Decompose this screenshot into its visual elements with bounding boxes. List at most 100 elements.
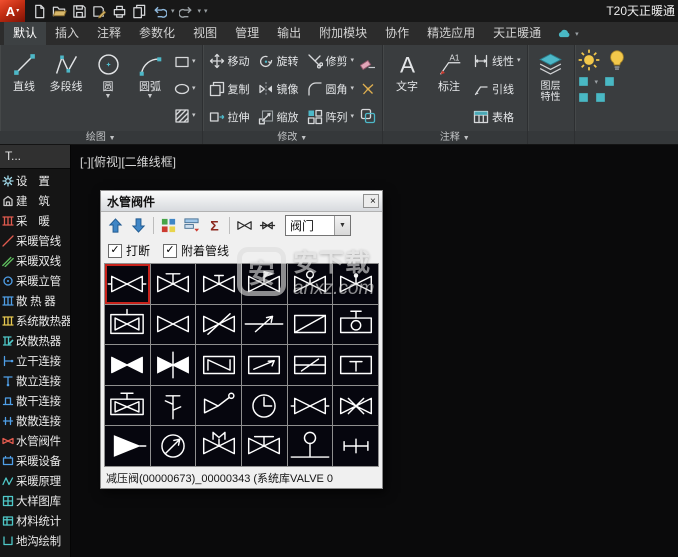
layer-tool-icon[interactable] — [577, 75, 590, 88]
annotate-tool-1[interactable]: A1标注 — [428, 47, 470, 131]
layer-properties-button[interactable]: 图层特性 — [531, 47, 571, 131]
open-folder-button[interactable] — [50, 2, 69, 20]
draw-tool-3[interactable]: 圆弧▼ — [129, 47, 171, 131]
valve-cell-gate-valve-plain[interactable] — [151, 305, 196, 345]
modify-tool-2[interactable]: 修剪▾ — [304, 52, 358, 71]
ellipse-tool-button[interactable]: ▾ — [172, 80, 198, 98]
palette-item-15[interactable]: 采暖原理 — [0, 471, 70, 491]
valve-cell-mix-valve[interactable] — [333, 386, 378, 426]
palette-item-1[interactable]: 建 筑 — [0, 191, 70, 211]
modify-panel-footer[interactable]: 修改 ▼ — [203, 131, 383, 144]
combo-arrow-icon[interactable]: ▼ — [334, 216, 350, 235]
valve-cell-solid-stem-valve[interactable] — [151, 345, 196, 385]
palette-item-6[interactable]: 散 热 器 — [0, 291, 70, 311]
checkbox-box[interactable]: ✓ — [163, 244, 177, 258]
modify-tool-8[interactable]: 阵列▾ — [304, 108, 358, 127]
sum-button[interactable]: Σ — [204, 215, 225, 236]
qat-more-caret[interactable]: ▾ — [203, 7, 209, 15]
valve-cell-safety-valve[interactable] — [151, 386, 196, 426]
modify-tool-6[interactable]: 拉伸 — [206, 108, 253, 127]
annotate-row-tool-2[interactable]: 表格 — [470, 108, 524, 127]
annotate-panel-footer[interactable]: 注释 ▼ — [383, 131, 527, 144]
viewport-label[interactable]: [-][俯视][二维线框] — [80, 153, 176, 170]
layer-tool-icon[interactable] — [577, 91, 590, 104]
ribbon-tab-10[interactable]: 天正暖通 — [484, 22, 550, 45]
app-menu-button[interactable]: A ▾ — [0, 0, 25, 22]
layer-tool-icon[interactable] — [603, 75, 616, 88]
valve-cell-pump[interactable] — [151, 426, 196, 466]
ribbon-tab-2[interactable]: 注释 — [88, 22, 130, 45]
close-icon[interactable]: × — [363, 194, 379, 208]
valve-join-button[interactable] — [257, 215, 278, 236]
connect-cloud-button[interactable]: ▾ — [550, 22, 586, 45]
palette-item-2[interactable]: 采 暖 — [0, 211, 70, 231]
explode-tool-button[interactable] — [358, 80, 378, 98]
draw-tool-1[interactable]: 多段线 — [45, 47, 87, 131]
valve-cell-motor-valve[interactable] — [196, 426, 241, 466]
valve-cell-globe-valve[interactable] — [151, 264, 196, 304]
palette-item-12[interactable]: 散散连接 — [0, 411, 70, 431]
valve-cell-slide-valve[interactable] — [288, 305, 333, 345]
valve-cell-reducer[interactable] — [105, 426, 150, 466]
valve-cell-cross-fitting[interactable] — [333, 426, 378, 466]
valve-cell-three-way-valve[interactable] — [196, 305, 241, 345]
sheet-set-button[interactable] — [130, 2, 149, 20]
valve-break-button[interactable] — [234, 215, 255, 236]
valve-cell-relief-valve[interactable] — [242, 426, 287, 466]
palette-header[interactable]: T... — [0, 145, 70, 169]
valve-cell-tee-valve[interactable] — [333, 345, 378, 385]
lightbulb-icon[interactable] — [605, 48, 629, 72]
valve-cell-angle-valve[interactable] — [196, 386, 241, 426]
modify-tool-4[interactable]: 镜像 — [255, 80, 302, 99]
draw-panel-footer[interactable]: 绘图 ▼ — [0, 131, 202, 144]
modify-tool-5[interactable]: 圆角▾ — [304, 80, 358, 99]
annotate-row-tool-1[interactable]: 引线 — [470, 80, 524, 99]
erase-tool-button[interactable] — [358, 53, 378, 71]
ribbon-tab-9[interactable]: 精选应用 — [418, 22, 484, 45]
valve-cell-timer-valve[interactable] — [242, 386, 287, 426]
ribbon-tab-8[interactable]: 协作 — [376, 22, 418, 45]
palette-item-10[interactable]: 散立连接 — [0, 371, 70, 391]
redo-button[interactable] — [177, 2, 196, 20]
valve-cell-flow-valve[interactable] — [242, 345, 287, 385]
down-arrow-button[interactable] — [128, 215, 149, 236]
modify-tool-3[interactable]: 复制 — [206, 80, 253, 99]
offset-tool-button[interactable] — [358, 107, 378, 125]
palette-item-13[interactable]: 水管阀件 — [0, 431, 70, 451]
modify-tool-0[interactable]: 移动 — [206, 52, 253, 71]
dialog-checkbox-0[interactable]: ✓打断 — [108, 242, 150, 259]
valve-cell-check-valve[interactable] — [242, 305, 287, 345]
draw-tool-2[interactable]: 圆▼ — [87, 47, 129, 131]
valve-cell-stop-valve[interactable] — [196, 264, 241, 304]
palette-item-0[interactable]: 设 置 — [0, 171, 70, 191]
undo-dropdown-caret[interactable]: ▾ — [170, 7, 176, 15]
valve-cell-gate-valve[interactable] — [105, 264, 150, 304]
valve-cell-float-valve[interactable] — [333, 305, 378, 345]
up-arrow-button[interactable] — [105, 215, 126, 236]
dialog-titlebar[interactable]: 水管阀件 × — [101, 191, 382, 212]
plot-button[interactable] — [110, 2, 129, 20]
valve-category-select[interactable]: 阀门▼ — [285, 215, 351, 236]
palette-item-18[interactable]: 地沟绘制 — [0, 531, 70, 551]
valve-cell-gate-valve-b[interactable] — [288, 386, 333, 426]
hatch-tool-button[interactable]: ▾ — [172, 107, 198, 125]
palette-item-17[interactable]: 材料统计 — [0, 511, 70, 531]
annotate-tool-0[interactable]: A文字 — [386, 47, 428, 131]
layer-tool-icon[interactable] — [594, 91, 607, 104]
ribbon-tab-4[interactable]: 视图 — [184, 22, 226, 45]
sun-icon[interactable] — [577, 48, 601, 72]
new-file-button[interactable] — [30, 2, 49, 20]
palette-item-11[interactable]: 散干连接 — [0, 391, 70, 411]
palette-item-14[interactable]: 采暖设备 — [0, 451, 70, 471]
valve-cell-boxed-gate-valve[interactable] — [105, 386, 150, 426]
valve-cell-swing-check-valve[interactable] — [196, 345, 241, 385]
save-as-button[interactable] — [90, 2, 109, 20]
valve-cell-boxed-globe-valve[interactable] — [105, 305, 150, 345]
layout-sort-button[interactable] — [181, 215, 202, 236]
palette-item-5[interactable]: 采暖立管 — [0, 271, 70, 291]
annotate-row-tool-0[interactable]: 线性▾ — [470, 52, 524, 71]
valve-cell-butterfly-valve[interactable] — [105, 345, 150, 385]
redo-dropdown-caret[interactable]: ▾ — [197, 7, 203, 15]
palette-item-3[interactable]: 采暖管线 — [0, 231, 70, 251]
undo-button[interactable] — [150, 2, 169, 20]
